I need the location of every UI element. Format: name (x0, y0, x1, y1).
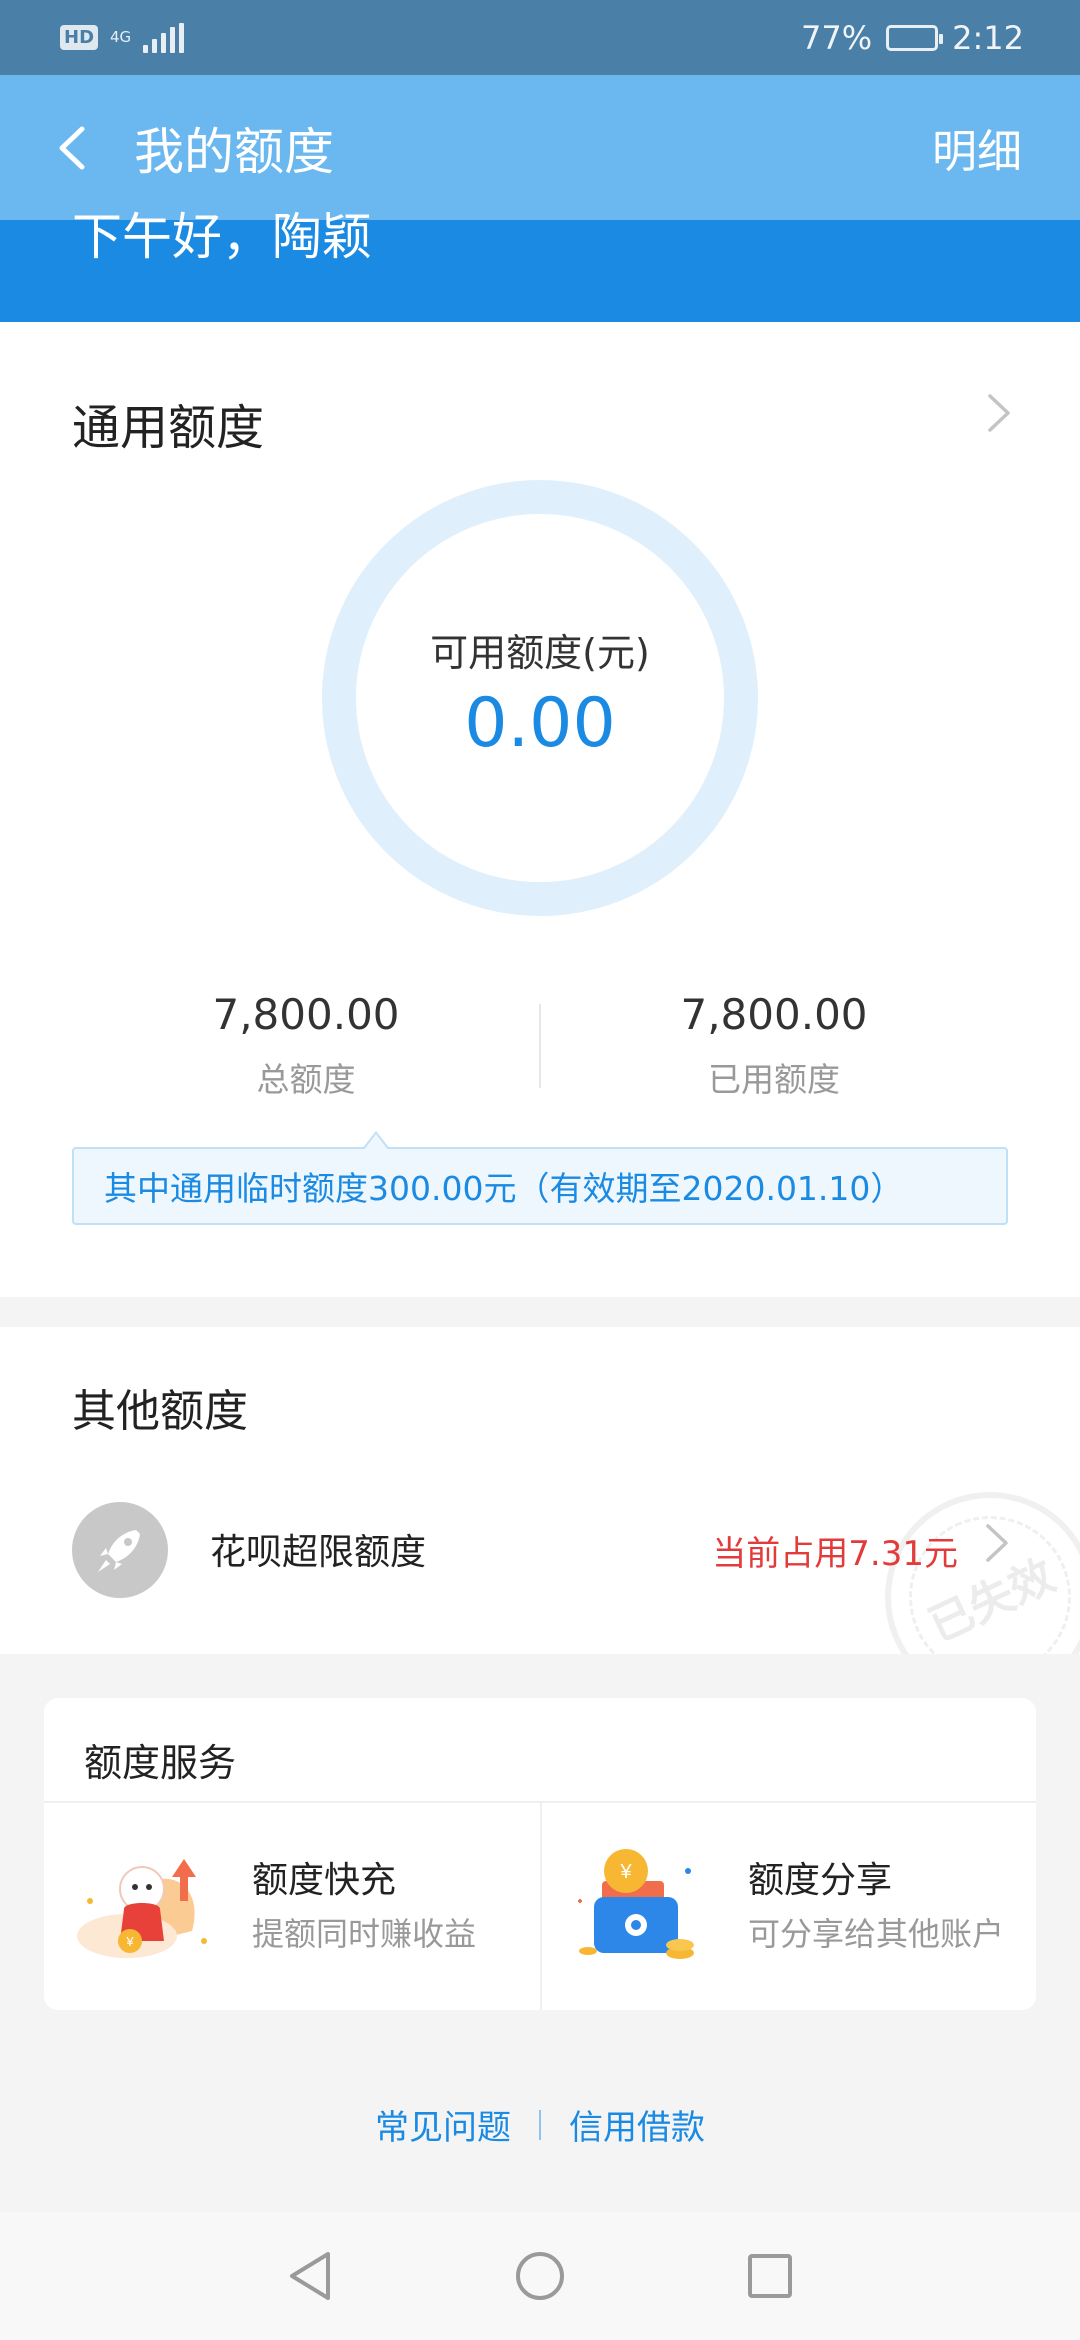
clock: 2:12 (952, 18, 1024, 57)
share-limit-service[interactable]: ¥ 额度分享 可分享给其他账户 (540, 1803, 1036, 2010)
share-limit-name: 额度分享 (748, 1860, 893, 1901)
quick-charge-service[interactable]: ¥ 额度快充 提额同时赚收益 (44, 1803, 540, 2010)
status-right: 77% 2:12 (801, 19, 1024, 57)
nav-back-icon[interactable] (280, 2246, 340, 2306)
available-limit-value: 0.00 (464, 684, 616, 763)
network-indicator: 4G (110, 30, 131, 45)
network-type: 4G (110, 28, 132, 46)
temporary-limit-tip-text: 其中通用临时额度300.00元（有效期至2020.01.10） (104, 1169, 904, 1208)
nav-recents-icon[interactable] (740, 2246, 800, 2306)
footer-separator (539, 2109, 541, 2140)
faq-link[interactable]: 常见问题 (375, 2100, 511, 2149)
other-limits-title: 其他额度 (72, 1386, 248, 1437)
total-limit-stat: 7,800.00 总额度 (96, 990, 516, 1101)
credit-loan-link[interactable]: 信用借款 (569, 2100, 705, 2149)
hd-badge: HD (60, 25, 99, 50)
available-limit-label: 可用额度(元) (430, 631, 650, 675)
huabei-overlimit-value: 当前占用7.31元 (712, 1534, 958, 1574)
rocket-icon (72, 1502, 168, 1598)
chevron-right-icon[interactable] (984, 390, 1014, 436)
header: 我的额度 明细 下午好，陶颖 (0, 75, 1080, 322)
mascot-coin-icon: ¥ (72, 1841, 222, 1971)
quick-charge-name: 额度快充 (252, 1860, 397, 1901)
share-limit-desc: 可分享给其他账户 (748, 1915, 1005, 1953)
temporary-limit-tip: 其中通用临时额度300.00元（有效期至2020.01.10） (72, 1131, 1008, 1225)
total-limit-label: 总额度 (256, 1060, 356, 1099)
battery-percent: 77% (801, 18, 873, 57)
wallet-coin-icon: ¥ (568, 1841, 718, 1971)
limit-services-title: 额度服务 (84, 1741, 237, 1785)
footer-links: 常见问题 信用借款 (0, 2100, 1080, 2149)
page-title: 我的额度 (134, 122, 334, 181)
status-bar: HD 4G 77% 2:12 (0, 0, 1080, 75)
nav-home-icon[interactable] (510, 2246, 570, 2306)
used-limit-label: 已用额度 (708, 1060, 840, 1099)
total-limit-value: 7,800.00 (212, 990, 400, 1039)
detail-button[interactable]: 明细 (932, 115, 1022, 180)
greeting-text: 下午好，陶颖 (72, 208, 372, 266)
svg-text:¥: ¥ (619, 1861, 632, 1883)
quick-charge-desc: 提额同时赚收益 (252, 1915, 477, 1953)
chevron-right-icon[interactable] (982, 1520, 1012, 1566)
general-limit-title[interactable]: 通用额度 (72, 388, 264, 458)
other-limits-card: 其他额度 已失效 花呗超限额度 当前占用7.31元 (0, 1327, 1080, 1654)
stat-divider (539, 1004, 541, 1088)
huabei-overlimit-label: 花呗超限额度 (210, 1532, 427, 1573)
limit-services-card: 额度服务 ¥ 额度快充 提额同时赚收益 ¥ 额度分享 可分享给其他账户 (44, 1698, 1036, 2010)
status-left: HD 4G (60, 22, 185, 53)
back-arrow-icon[interactable] (48, 118, 94, 178)
general-limit-card: 通用额度 可用额度(元) 0.00 7,800.00 总额度 7,800.00 … (0, 322, 1080, 1297)
battery-icon (886, 24, 944, 51)
system-nav-bar (0, 2212, 1080, 2340)
svg-text:¥: ¥ (125, 1934, 134, 1949)
used-limit-stat: 7,800.00 已用额度 (564, 990, 984, 1101)
used-limit-value: 7,800.00 (680, 990, 868, 1039)
tip-arrow (362, 1131, 390, 1150)
signal-icon (143, 22, 185, 53)
